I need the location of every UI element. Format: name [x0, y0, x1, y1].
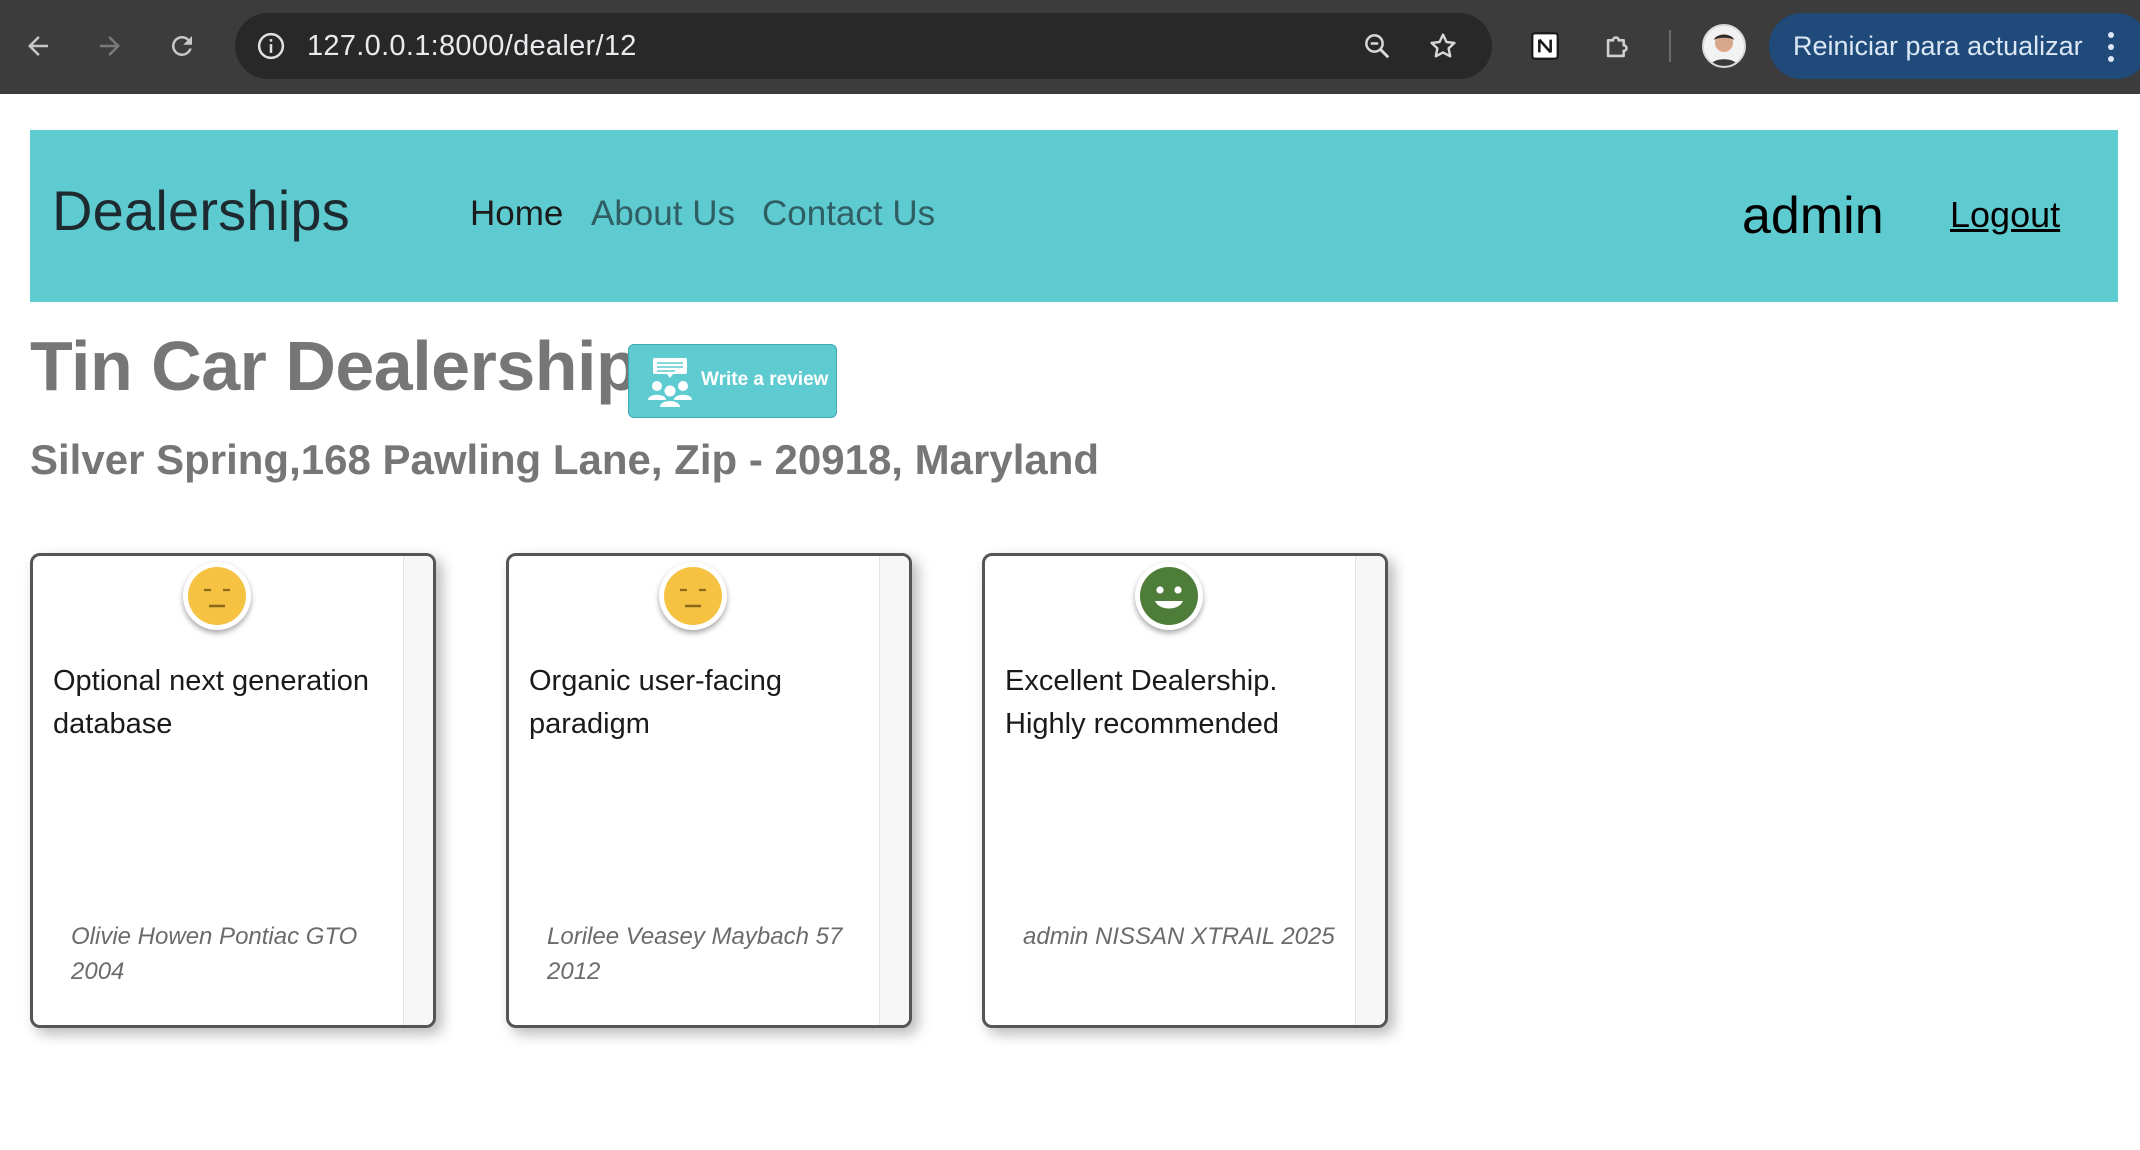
card-scrollbar[interactable] — [879, 556, 909, 1025]
neutral-face-icon — [659, 562, 727, 630]
site-navbar: Dealerships Home About Us Contact Us adm… — [30, 130, 2118, 302]
logged-in-username: admin — [1742, 187, 1884, 245]
forward-icon[interactable] — [86, 22, 134, 70]
brand-link[interactable]: Dealerships — [52, 178, 350, 243]
reviewer-car-info: Olivie Howen Pontiac GTO 2004 — [71, 923, 358, 985]
happy-face-icon — [1135, 562, 1203, 630]
restart-to-update-button[interactable]: Reiniciar para actualizar — [1769, 13, 2140, 79]
review-text: Excellent Dealership. Highly recommended — [1005, 665, 1280, 740]
review-text: Optional next generation database — [53, 665, 369, 740]
write-review-label: Write a review — [701, 369, 829, 390]
profile-avatar[interactable] — [1702, 24, 1746, 68]
review-people-icon — [643, 355, 697, 409]
review-text: Organic user-facing paradigm — [529, 665, 783, 740]
back-icon[interactable] — [14, 22, 62, 70]
reviewer-car-info: admin NISSAN XTRAIL 2025 — [1023, 923, 1335, 950]
restart-to-update-label: Reiniciar para actualizar — [1793, 31, 2083, 61]
url-text[interactable]: 127.0.0.1:8000/dealer/12 — [307, 13, 637, 79]
reload-icon[interactable] — [158, 22, 206, 70]
browser-toolbar: 127.0.0.1:8000/dealer/12 Reiniciar para … — [0, 0, 2140, 94]
review-card: Excellent Dealership. Highly recommended… — [982, 553, 1388, 1028]
logout-link[interactable]: Logout — [1950, 194, 2060, 236]
bookmark-star-icon[interactable] — [1425, 28, 1461, 64]
nav-link-about-us[interactable]: About Us — [591, 194, 735, 234]
reviewer-car-info: Lorilee Veasey Maybach 57 2012 — [547, 923, 843, 985]
notion-extension-icon[interactable] — [1523, 24, 1567, 68]
nav-link-contact-us[interactable]: Contact Us — [762, 194, 935, 234]
review-card: Optional next generation database Olivie… — [30, 553, 436, 1028]
write-review-button[interactable]: Write a review — [628, 344, 837, 418]
address-bar[interactable]: 127.0.0.1:8000/dealer/12 — [235, 13, 1492, 79]
review-card: Organic user-facing paradigm Lorilee Vea… — [506, 553, 912, 1028]
card-scrollbar[interactable] — [1355, 556, 1385, 1025]
neutral-face-icon — [183, 562, 251, 630]
dealer-name-heading: Tin Car Dealership — [30, 327, 639, 405]
toolbar-divider — [1669, 30, 1671, 62]
zoom-icon[interactable] — [1359, 28, 1395, 64]
extensions-puzzle-icon[interactable] — [1596, 24, 1640, 68]
nav-link-home[interactable]: Home — [470, 194, 563, 234]
dealer-address: Silver Spring,168 Pawling Lane, Zip - 20… — [30, 436, 1100, 483]
more-menu-icon[interactable] — [2107, 32, 2115, 62]
card-scrollbar[interactable] — [403, 556, 433, 1025]
site-info-icon[interactable] — [253, 28, 289, 64]
